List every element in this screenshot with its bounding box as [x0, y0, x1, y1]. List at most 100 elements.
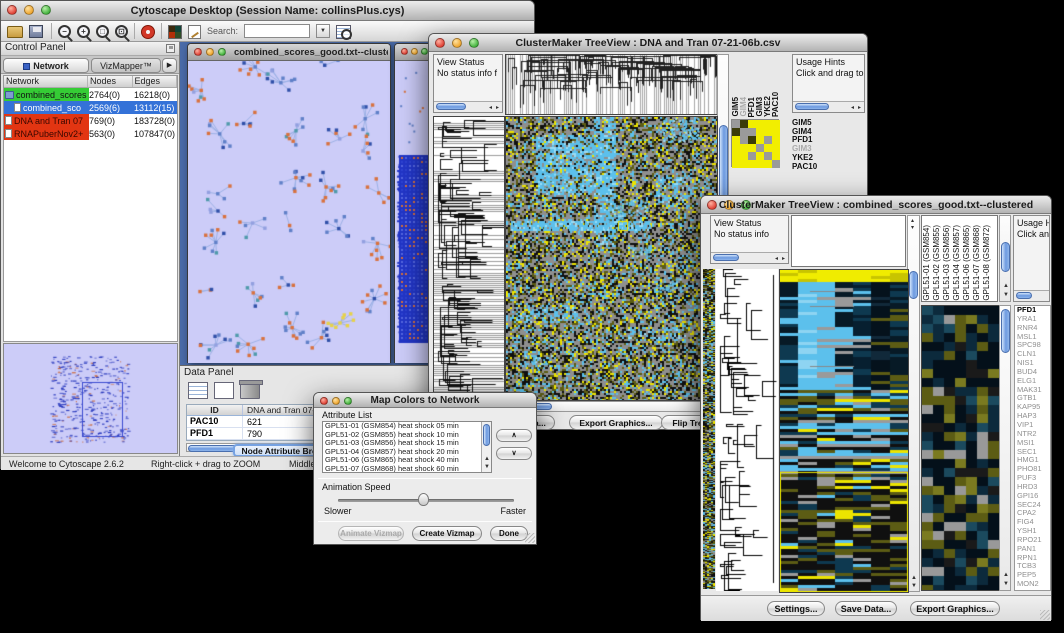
scroll-right-icon[interactable]: ▸: [858, 105, 861, 111]
label-scrollbar[interactable]: ▲ ▼: [999, 215, 1011, 302]
delete-attribute-icon[interactable]: [240, 382, 260, 399]
status-scrollbar[interactable]: ◂ ▸: [434, 101, 502, 112]
zoom-in-icon[interactable]: +: [77, 25, 90, 38]
matrix-cell[interactable]: [748, 136, 756, 144]
column-dendrogram-area[interactable]: [791, 215, 906, 267]
network-list-row[interactable]: combined_sco2569(6)13112(15): [4, 101, 177, 114]
tab-vizmapper[interactable]: VizMapper™: [91, 58, 161, 73]
matrix-cell[interactable]: [764, 152, 772, 160]
network-name-cell[interactable]: RNAPuberNov2+: [4, 127, 89, 140]
scroll-up-icon[interactable]: ▲: [1003, 572, 1009, 578]
splitter-down-icon[interactable]: ▾: [911, 225, 914, 231]
column-dendrogram-canvas[interactable]: [505, 54, 718, 115]
treeview2-titlebar[interactable]: ClusterMaker TreeView : combined_scores_…: [701, 196, 1051, 214]
scrollbar-thumb[interactable]: [713, 254, 739, 261]
scrollbar-thumb[interactable]: [436, 103, 466, 110]
move-up-button[interactable]: ∧: [496, 429, 532, 442]
network-view-titlebar[interactable]: combined_scores_good.txt--cluste...: [188, 44, 390, 61]
scrollbar-thumb[interactable]: [909, 271, 918, 299]
matrix-cell[interactable]: [740, 160, 748, 168]
matrix-cell[interactable]: [756, 152, 764, 160]
scrollbar-thumb[interactable]: [1016, 292, 1032, 299]
status-scrollbar[interactable]: ◂ ▸: [711, 252, 788, 263]
network-canvas[interactable]: [188, 61, 390, 363]
column-header-id[interactable]: ID: [187, 405, 243, 415]
scroll-up-icon[interactable]: ▲: [1003, 283, 1009, 289]
scroll-up-icon[interactable]: ▲: [911, 575, 917, 581]
scroll-down-icon[interactable]: ▼: [911, 583, 917, 589]
slider-thumb[interactable]: [418, 493, 429, 506]
global-overview-strip[interactable]: [703, 269, 715, 589]
export-graphics-button[interactable]: Export Graphics...: [569, 415, 663, 430]
scroll-down-icon[interactable]: ▼: [1003, 292, 1009, 298]
network-name-cell[interactable]: combined_sco: [4, 101, 89, 114]
gene-label[interactable]: MON2: [1015, 580, 1050, 589]
matrix-cell[interactable]: [740, 120, 748, 128]
row-dendrogram-canvas[interactable]: [433, 116, 505, 401]
dialog-titlebar[interactable]: Map Colors to Network: [314, 393, 536, 408]
matrix-cell[interactable]: [740, 144, 748, 152]
close-icon[interactable]: [194, 48, 202, 56]
matrix-cell[interactable]: [756, 136, 764, 144]
attribute-item[interactable]: GPL51-02 (GSM855) heat shock 10 min: [323, 431, 481, 440]
close-icon[interactable]: [401, 48, 408, 55]
export-graphics-button[interactable]: Export Graphics...: [910, 601, 1000, 616]
matrix-cell[interactable]: [748, 160, 756, 168]
matrix-cell[interactable]: [756, 128, 764, 136]
main-titlebar[interactable]: Cytoscape Desktop (Session Name: collins…: [1, 1, 534, 21]
matrix-cell[interactable]: [732, 152, 740, 160]
matrix-cell[interactable]: [764, 128, 772, 136]
matrix-cell[interactable]: [748, 120, 756, 128]
scroll-right-icon[interactable]: ▸: [782, 256, 785, 262]
matrix-cell[interactable]: [772, 160, 780, 168]
usage-scrollbar[interactable]: ◂ ▸: [793, 101, 864, 112]
zoom-fit-icon[interactable]: ⊡: [115, 25, 128, 38]
matrix-cell[interactable]: [748, 128, 756, 136]
row-dendrogram-canvas[interactable]: [716, 269, 778, 591]
tab-network[interactable]: Network: [3, 58, 89, 73]
search-input[interactable]: [244, 24, 310, 38]
zoom-selected-region-icon[interactable]: □: [96, 25, 109, 38]
settings-button[interactable]: Settings...: [767, 601, 825, 616]
network-list-row[interactable]: combined_scores2764(0)16218(0): [4, 88, 177, 101]
matrix-cell[interactable]: [748, 152, 756, 160]
matrix-cell[interactable]: [764, 144, 772, 152]
resize-grip[interactable]: [525, 533, 535, 543]
zoom-window-icon[interactable]: [421, 48, 428, 55]
attribute-item[interactable]: GPL51-07 (GSM868) heat shock 60 min: [323, 465, 481, 473]
attribute-item[interactable]: GPL51-03 (GSM856) heat shock 15 min: [323, 439, 481, 448]
matrix-cell[interactable]: [772, 144, 780, 152]
scrollbar-thumb[interactable]: [1001, 242, 1010, 272]
tab-overflow-button[interactable]: ▶: [162, 58, 177, 73]
usage-scrollbar[interactable]: [1014, 290, 1049, 301]
attribute-list-scrollbar[interactable]: ▲ ▼: [481, 422, 491, 472]
scroll-up-icon[interactable]: ▲: [484, 456, 490, 462]
matrix-cell[interactable]: [772, 136, 780, 144]
annotation-icon[interactable]: [188, 25, 201, 39]
matrix-cell[interactable]: [764, 160, 772, 168]
network-name-cell[interactable]: combined_scores: [4, 88, 89, 101]
create-vizmap-button[interactable]: Create Vizmap: [412, 526, 482, 541]
treeview1-titlebar[interactable]: ClusterMaker TreeView : DNA and Tran 07-…: [429, 34, 867, 52]
scroll-left-icon[interactable]: ◂: [489, 105, 492, 111]
matrix-cell[interactable]: [732, 160, 740, 168]
zoom-out-icon[interactable]: −: [58, 25, 71, 38]
help-lifesaver-icon[interactable]: [141, 25, 155, 39]
float-panel-icon[interactable]: [166, 44, 175, 53]
scrollbar-thumb[interactable]: [795, 103, 829, 110]
attribute-item[interactable]: GPL51-04 (GSM857) heat shock 20 min: [323, 448, 481, 457]
scroll-left-icon[interactable]: ◂: [851, 105, 854, 111]
correlation-heatmap[interactable]: [731, 119, 779, 167]
table-browser-icon[interactable]: [336, 25, 351, 39]
splitter-up-icon[interactable]: ▴: [911, 218, 914, 224]
matrix-cell[interactable]: [756, 160, 764, 168]
scroll-left-icon[interactable]: ◂: [775, 256, 778, 262]
zoom-vertical-scrollbar[interactable]: ▲ ▼: [999, 305, 1011, 591]
network-list-header[interactable]: Network Nodes Edges: [4, 76, 177, 88]
zoom-window-icon[interactable]: [218, 48, 226, 56]
expression-heatmap-canvas[interactable]: [505, 116, 718, 401]
new-attribute-icon[interactable]: [214, 382, 234, 399]
matrix-cell[interactable]: [764, 120, 772, 128]
birdseye-canvas[interactable]: [4, 344, 177, 453]
save-icon[interactable]: [29, 24, 45, 39]
